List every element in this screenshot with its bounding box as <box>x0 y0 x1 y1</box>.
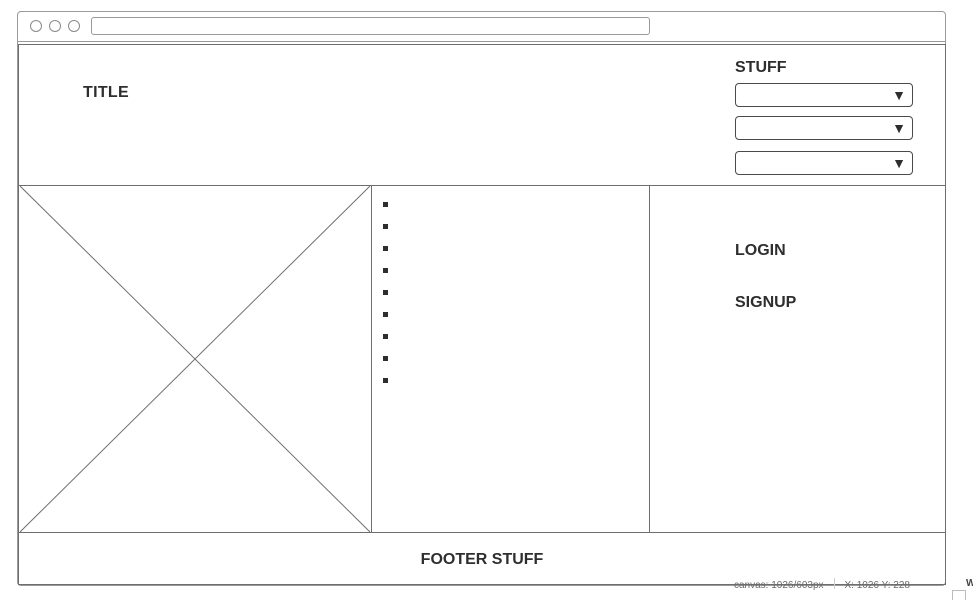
list-item <box>383 268 388 273</box>
bullet-list <box>372 186 650 532</box>
page-content: TITLE STUFF ▼ ▼ ▼ LOGIN SIGNUP FOOTER ST… <box>18 44 946 585</box>
corner-label: W <box>966 578 973 589</box>
list-item <box>383 290 388 295</box>
stuff-select-3[interactable]: ▼ <box>735 151 913 175</box>
canvas-size-readout: canvas: 1026/603px <box>734 580 824 591</box>
page-header: TITLE STUFF ▼ ▼ ▼ <box>19 45 945 186</box>
login-link[interactable]: LOGIN <box>735 242 786 260</box>
address-bar[interactable] <box>91 17 650 35</box>
list-item <box>383 334 388 339</box>
list-item <box>383 378 388 383</box>
status-divider <box>833 578 835 589</box>
list-item <box>383 224 388 229</box>
list-item <box>383 356 388 361</box>
browser-window: TITLE STUFF ▼ ▼ ▼ LOGIN SIGNUP FOOTER ST… <box>17 11 946 586</box>
chevron-down-icon: ▼ <box>892 87 906 103</box>
list-item <box>383 246 388 251</box>
stuff-select-1[interactable]: ▼ <box>735 83 913 107</box>
corner-handle <box>952 590 966 600</box>
page-footer: FOOTER STUFF <box>19 532 945 584</box>
signup-link[interactable]: SIGNUP <box>735 294 796 312</box>
image-placeholder <box>20 186 372 532</box>
browser-chrome-bar <box>18 12 945 42</box>
wireframe-canvas: TITLE STUFF ▼ ▼ ▼ LOGIN SIGNUP FOOTER ST… <box>0 0 973 600</box>
window-minimize-icon[interactable] <box>49 20 61 32</box>
list-item <box>383 312 388 317</box>
auth-panel: LOGIN SIGNUP <box>650 186 945 532</box>
chevron-down-icon: ▼ <box>892 155 906 171</box>
page-title: TITLE <box>83 84 129 101</box>
window-maximize-icon[interactable] <box>68 20 80 32</box>
stuff-label: STUFF <box>735 59 787 76</box>
stuff-select-2[interactable]: ▼ <box>735 116 913 140</box>
footer-text: FOOTER STUFF <box>420 551 544 568</box>
editor-status-bar: canvas: 1026/603px X: 1026 Y: 228 <box>734 578 910 592</box>
chevron-down-icon: ▼ <box>892 120 906 136</box>
list-item <box>383 202 388 207</box>
image-placeholder-icon <box>20 186 371 532</box>
cursor-coords-readout: X: 1026 Y: 228 <box>844 580 910 591</box>
window-close-icon[interactable] <box>30 20 42 32</box>
